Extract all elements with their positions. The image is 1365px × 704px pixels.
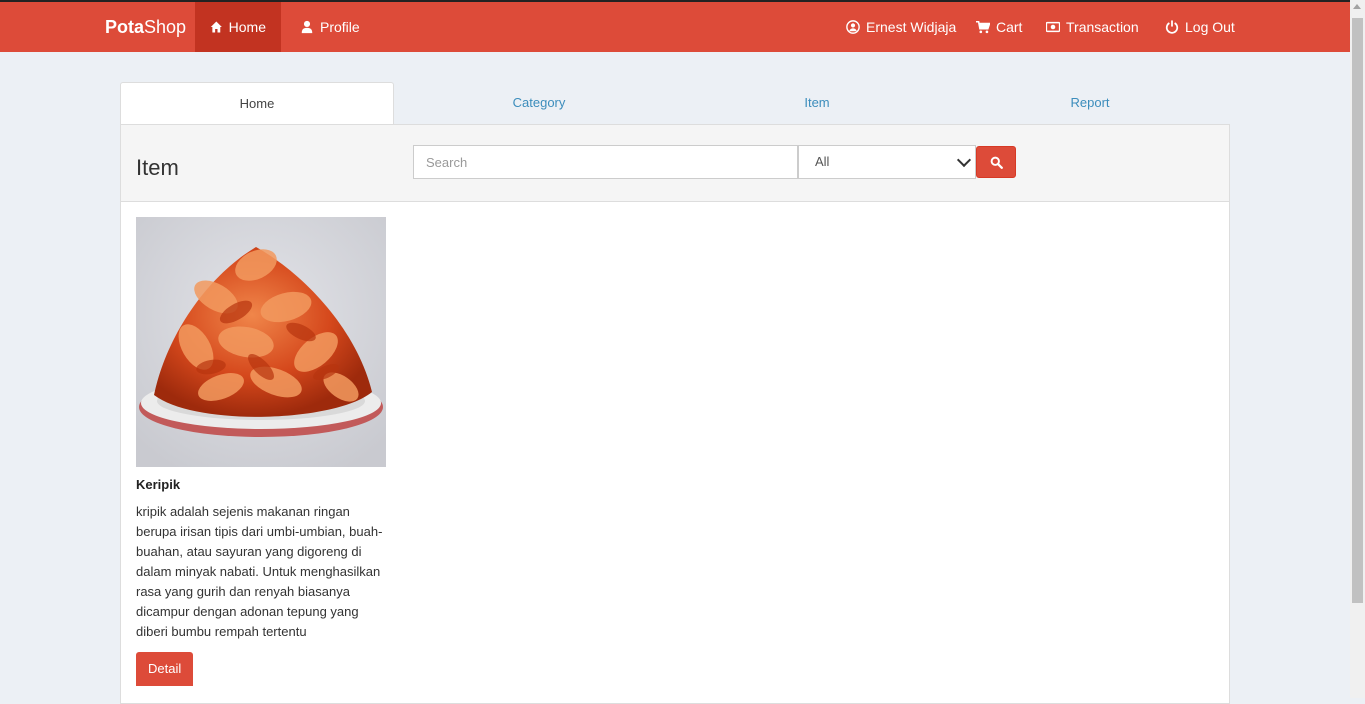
cart-icon bbox=[976, 20, 990, 34]
item-description: kripik adalah sejenis makanan ringan ber… bbox=[136, 504, 383, 639]
panel-header: Item All bbox=[121, 125, 1229, 202]
page-scrollbar[interactable] bbox=[1350, 0, 1365, 698]
nav-profile[interactable]: Profile bbox=[285, 2, 375, 52]
user-icon bbox=[301, 20, 313, 34]
user-circle-icon bbox=[846, 20, 860, 34]
nav-cart[interactable]: Cart bbox=[961, 2, 1037, 52]
tab-category[interactable]: Category bbox=[394, 82, 684, 124]
search-icon bbox=[990, 156, 1003, 169]
power-icon bbox=[1165, 20, 1179, 34]
brand-logo[interactable]: PotaShop bbox=[105, 17, 186, 38]
tab-report[interactable]: Report bbox=[950, 82, 1230, 124]
item-card: Keripik kripik adalah sejenis makanan ri… bbox=[136, 217, 386, 686]
scroll-up-icon[interactable] bbox=[1353, 4, 1361, 9]
detail-button[interactable]: Detail bbox=[136, 652, 194, 686]
scrollbar-thumb[interactable] bbox=[1352, 18, 1363, 603]
money-icon bbox=[1046, 21, 1060, 33]
search-button[interactable] bbox=[976, 146, 1016, 178]
tab-home[interactable]: Home bbox=[120, 82, 394, 124]
nav-logout[interactable]: Log Out bbox=[1150, 2, 1250, 52]
nav-user-account[interactable]: Ernest Widjaja bbox=[831, 2, 971, 52]
nav-transaction[interactable]: Transaction bbox=[1031, 2, 1154, 52]
chevron-down-icon bbox=[956, 152, 972, 168]
item-image bbox=[136, 217, 386, 467]
item-name: Keripik bbox=[136, 477, 181, 492]
item-panel: Item All bbox=[120, 124, 1230, 704]
search-input[interactable] bbox=[413, 145, 798, 179]
tab-item[interactable]: Item bbox=[684, 82, 950, 124]
category-filter-select[interactable]: All bbox=[798, 145, 976, 179]
nav-home[interactable]: Home bbox=[195, 2, 281, 52]
tab-bar: Home Category Item Report bbox=[120, 82, 1230, 124]
top-navbar: PotaShop Home Profile Ernest Widjaja Car… bbox=[0, 0, 1350, 52]
home-icon bbox=[210, 21, 222, 33]
page-title: Item bbox=[136, 155, 179, 180]
